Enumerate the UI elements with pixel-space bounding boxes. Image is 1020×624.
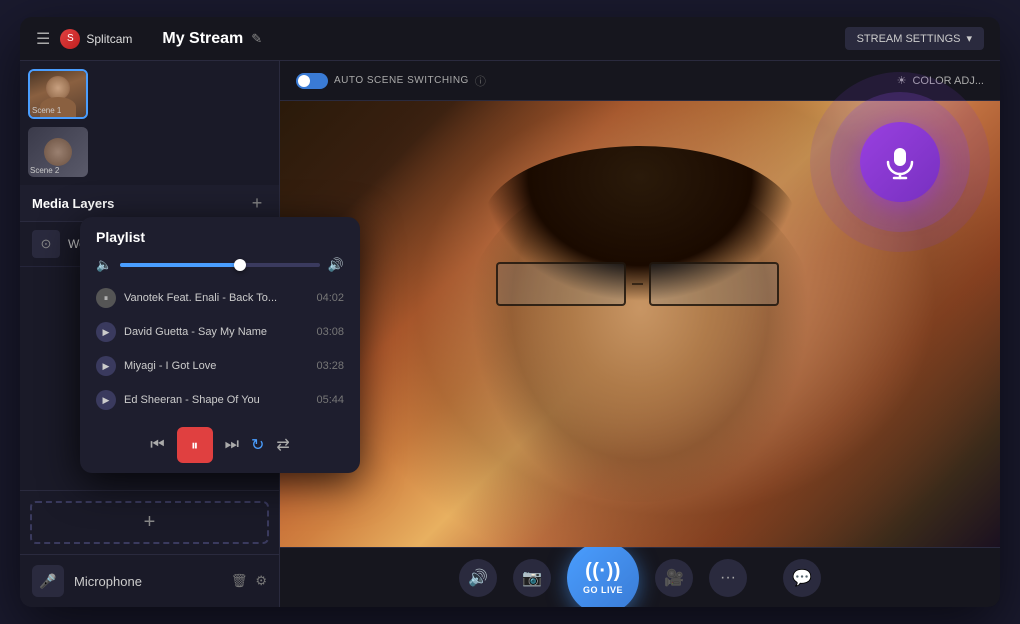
auto-scene-switch[interactable] bbox=[296, 73, 328, 89]
auto-scene-label: AUTO SCENE SWITCHING bbox=[334, 75, 469, 86]
sidebar-scenes: Scene 1 Scene 2 bbox=[20, 61, 279, 185]
scene-2-label: Scene 2 bbox=[30, 166, 59, 175]
camera-photo-button[interactable]: 📷 bbox=[513, 559, 551, 597]
app-container: ☰ S Splitcam My Stream ✎ STREAM SETTINGS… bbox=[20, 17, 1000, 607]
media-layers-title: Media Layers bbox=[32, 196, 114, 211]
track-4-name: Ed Sheeran - Shape Of You bbox=[124, 394, 308, 406]
track-item[interactable]: ▶ Miyagi - I Got Love 03:28 bbox=[88, 349, 352, 383]
scene-2-thumb[interactable]: Scene 2 bbox=[28, 127, 88, 177]
app-name-label: Splitcam bbox=[86, 32, 132, 46]
playlist-title: Playlist bbox=[80, 217, 360, 253]
hamburger-icon[interactable]: ☰ bbox=[36, 29, 50, 49]
microphone-label: Microphone bbox=[74, 574, 221, 589]
volume-thumb bbox=[234, 259, 246, 271]
video-camera-icon: 🎥 bbox=[664, 568, 684, 588]
track-2-play-icon[interactable]: ▶ bbox=[96, 322, 116, 342]
auto-scene-toggle: AUTO SCENE SWITCHING ⓘ bbox=[296, 73, 486, 89]
playlist-prev-button[interactable]: ⏮ bbox=[150, 436, 164, 454]
track-item[interactable]: ▶ Ed Sheeran - Shape Of You 05:44 bbox=[88, 383, 352, 417]
playlist-shuffle-icon[interactable]: ⇄ bbox=[276, 435, 289, 455]
microphone-icon: 🎤 bbox=[39, 573, 56, 590]
track-3-duration: 03:28 bbox=[316, 360, 344, 372]
playlist-repeat-icon[interactable]: ↻ bbox=[251, 435, 264, 455]
playlist-tracks: ⏸ Vanotek Feat. Enali - Back To... 04:02… bbox=[80, 281, 360, 417]
chat-button[interactable]: 💬 bbox=[783, 559, 821, 597]
volume-row: 🔈 🔊 bbox=[80, 253, 360, 281]
microphone-delete-icon[interactable]: 🗑 bbox=[231, 573, 248, 589]
track-3-play-icon[interactable]: ▶ bbox=[96, 356, 116, 376]
header-right: STREAM SETTINGS ▾ bbox=[845, 27, 984, 50]
app-logo: S Splitcam bbox=[60, 29, 132, 49]
track-3-name: Miyagi - I Got Love bbox=[124, 360, 308, 372]
scene-1-thumb[interactable]: Scene 1 bbox=[28, 69, 88, 119]
stream-settings-button[interactable]: STREAM SETTINGS ▾ bbox=[845, 27, 984, 50]
scene-1-label: Scene 1 bbox=[32, 106, 61, 115]
add-scene-button[interactable]: + bbox=[30, 501, 269, 544]
track-4-duration: 05:44 bbox=[316, 394, 344, 406]
track-2-name: David Guetta - Say My Name bbox=[124, 326, 308, 338]
more-options-button[interactable]: ··· bbox=[709, 559, 747, 597]
microphone-actions: 🗑 ⚙ bbox=[231, 573, 267, 589]
playlist-controls: ⏮ ⏸ ⏭ ↻ ⇄ bbox=[80, 417, 360, 473]
add-layer-button[interactable]: + bbox=[247, 193, 267, 213]
toggle-knob bbox=[298, 75, 310, 87]
playlist-next-button[interactable]: ⏭ bbox=[225, 436, 239, 454]
microphone-row: 🎤 Microphone 🗑 ⚙ bbox=[20, 554, 279, 607]
microphone-settings-icon[interactable]: ⚙ bbox=[255, 573, 267, 589]
auto-scene-info-icon[interactable]: ⓘ bbox=[475, 73, 486, 89]
track-4-play-icon[interactable]: ▶ bbox=[96, 390, 116, 410]
track-1-pause-icon[interactable]: ⏸ bbox=[96, 288, 116, 308]
stream-title: My Stream bbox=[162, 30, 243, 48]
header: ☰ S Splitcam My Stream ✎ STREAM SETTINGS… bbox=[20, 17, 1000, 61]
camera-icon: 📷 bbox=[522, 568, 542, 588]
volume-fill bbox=[120, 263, 240, 267]
sidebar-bottom: + bbox=[20, 490, 279, 554]
more-icon: ··· bbox=[720, 569, 736, 587]
microphone-popup bbox=[810, 72, 990, 252]
speaker-button[interactable]: 🔊 bbox=[459, 559, 497, 597]
volume-low-icon: 🔈 bbox=[96, 257, 112, 273]
header-left: ☰ S Splitcam My Stream ✎ bbox=[36, 29, 262, 49]
webcam-layer-icon: ⊙ bbox=[32, 230, 60, 258]
volume-slider[interactable] bbox=[120, 263, 320, 267]
track-1-duration: 04:02 bbox=[316, 292, 344, 304]
go-live-button[interactable]: ((·)) GO LIVE bbox=[567, 542, 639, 608]
track-2-duration: 03:08 bbox=[316, 326, 344, 338]
volume-high-icon: 🔊 bbox=[328, 257, 344, 273]
track-item[interactable]: ▶ David Guetta - Say My Name 03:08 bbox=[88, 315, 352, 349]
track-1-name: Vanotek Feat. Enali - Back To... bbox=[124, 292, 308, 304]
edit-icon[interactable]: ✎ bbox=[251, 31, 262, 47]
mic-svg-icon bbox=[882, 144, 918, 180]
microphone-icon-wrap: 🎤 bbox=[32, 565, 64, 597]
logo-icon: S bbox=[60, 29, 80, 49]
track-item[interactable]: ⏸ Vanotek Feat. Enali - Back To... 04:02 bbox=[88, 281, 352, 315]
go-live-label: GO LIVE bbox=[583, 585, 623, 595]
stream-title-area: My Stream ✎ bbox=[162, 30, 262, 48]
playlist-pause-button[interactable]: ⏸ bbox=[177, 427, 213, 463]
playlist-popup: Playlist 🔈 🔊 ⏸ Vanotek Feat. Enali - Bac… bbox=[80, 217, 360, 473]
chat-icon: 💬 bbox=[792, 568, 812, 588]
go-live-wifi-icon: ((·)) bbox=[585, 560, 621, 583]
video-camera-button[interactable]: 🎥 bbox=[655, 559, 693, 597]
bottom-controls: 🔊 📷 ((·)) GO LIVE 🎥 ··· 💬 bbox=[280, 547, 1000, 607]
microphone-popup-button[interactable] bbox=[860, 122, 940, 202]
speaker-icon: 🔊 bbox=[468, 568, 488, 588]
